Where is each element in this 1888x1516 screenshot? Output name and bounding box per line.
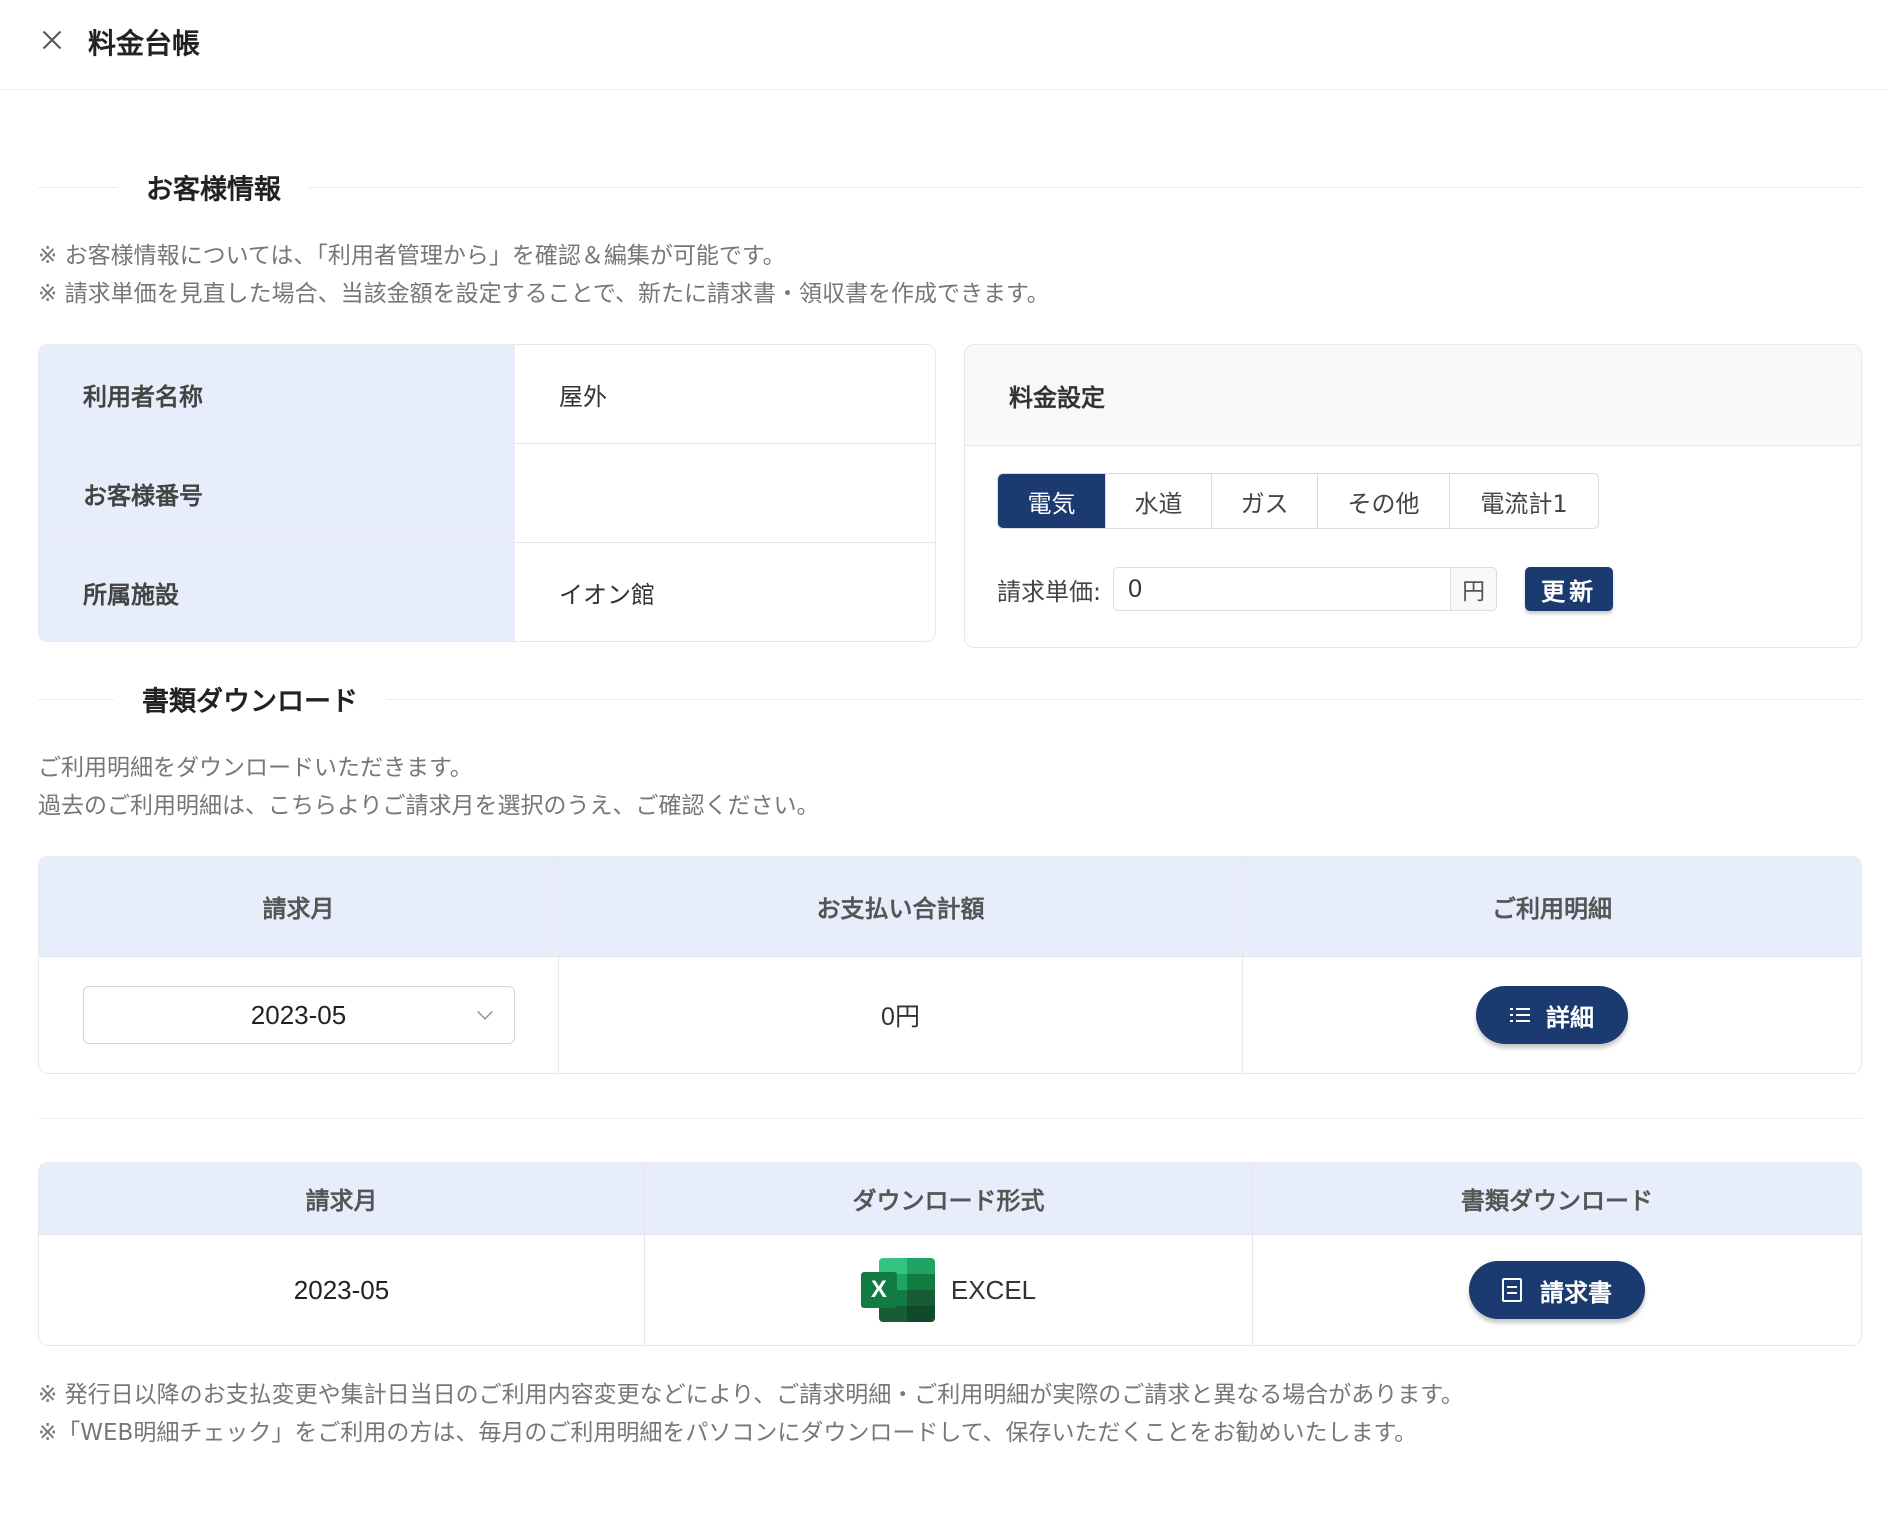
chevron-down-icon (476, 1004, 493, 1020)
page-title: 料金台帳 (88, 27, 201, 60)
download-format: EXCEL (950, 1274, 1037, 1305)
list-icon (1510, 1007, 1530, 1023)
format-cell: X EXCEL (645, 1235, 1253, 1345)
excel-icon: X (860, 1258, 935, 1322)
download-note-1: ご利用明細をダウンロードいただきます。 (38, 755, 473, 781)
info-value: イオン館 (559, 580, 655, 609)
customer-note-2: ※ 請求単価を見直した場合、当該金額を設定することで、新たに請求書・領収書を作成… (38, 281, 1050, 307)
customer-section-heading: お客様情報 (38, 167, 1862, 207)
customer-section-title: お客様情報 (118, 167, 309, 207)
column-header: 請求月 (39, 857, 559, 956)
info-value: 屋外 (559, 382, 607, 411)
utility-tabs: 電気 水道 ガス その他 電流計1 (997, 473, 1599, 529)
download-section-title: 書類ダウンロード (114, 679, 386, 719)
customer-info-table: 利用者名称 屋外 お客様番号 所属施設 イオン館 (38, 344, 936, 642)
column-header: ダウンロード形式 (645, 1163, 1253, 1234)
tab-water[interactable]: 水道 (1106, 474, 1212, 528)
download-month: 2023-05 (39, 1235, 645, 1345)
column-header: 書類ダウンロード (1461, 1187, 1653, 1215)
unit-price-label: 請求単価: (997, 577, 1102, 606)
column-header: お支払い合計額 (559, 857, 1243, 956)
footer-note-1: ※ 発行日以降のお支払変更や集計日当日のご利用内容変更などにより、ご請求明細・ご… (38, 1382, 1464, 1408)
info-row-customer-number: お客様番号 (39, 444, 935, 543)
footer-note-2: ※「WEB明細チェック」をご利用の方は、毎月のご利用明細をパソコンにダウンロード… (38, 1420, 1418, 1446)
info-value (515, 444, 935, 542)
info-label: 利用者名称 (39, 345, 515, 443)
close-icon[interactable] (38, 26, 66, 54)
invoice-cell: 請求書 (1253, 1235, 1861, 1345)
billing-month-select[interactable]: 2023-05 (82, 986, 515, 1044)
detail-cell: 詳細 (1243, 957, 1861, 1073)
unit-price-field: 円 (1113, 567, 1498, 611)
unit-price-input[interactable] (1114, 568, 1451, 610)
fee-settings-title: 料金設定 (965, 345, 1861, 446)
download-note-2: 過去のご利用明細は、こちらよりご請求月を選択のうえ、ご確認ください。 (38, 793, 820, 819)
invoice-button-label: 請求書 (1540, 1278, 1612, 1307)
tab-gas[interactable]: ガス (1212, 474, 1318, 528)
table-row: 2023-05 X EXCEL 請求書 (39, 1235, 1861, 1345)
download-table: 請求月 ダウンロード形式 書類ダウンロード 2023-05 X EXCEL 請求… (38, 1162, 1862, 1346)
document-icon (1502, 1278, 1522, 1302)
detail-button-label: 詳細 (1546, 1003, 1594, 1032)
column-header: 請求月 (39, 1163, 645, 1234)
usage-table-header: 請求月 お支払い合計額 ご利用明細 (39, 857, 1861, 957)
usage-table: 請求月 お支払い合計額 ご利用明細 2023-05 0円 詳細 (38, 856, 1862, 1074)
table-row: 2023-05 0円 詳細 (39, 957, 1861, 1073)
info-row-facility: 所属施設 イオン館 (39, 543, 935, 641)
info-label: 所属施設 (39, 543, 515, 641)
total-amount: 0円 (559, 957, 1243, 1073)
fee-settings-card: 料金設定 電気 水道 ガス その他 電流計1 請求単価: 円 更新 (964, 344, 1862, 648)
unit-price-unit: 円 (1450, 568, 1497, 610)
tab-ammeter-1[interactable]: 電流計1 (1450, 474, 1598, 528)
download-section-heading: 書類ダウンロード (38, 679, 1862, 719)
download-table-header: 請求月 ダウンロード形式 書類ダウンロード (39, 1163, 1861, 1235)
billing-month-value: 2023-05 (250, 999, 347, 1030)
customer-note-1: ※ お客様情報については、「利用者管理から」を確認＆編集が可能です。 (38, 243, 786, 269)
divider (38, 1118, 1862, 1119)
tab-electricity[interactable]: 電気 (998, 474, 1106, 528)
update-button[interactable]: 更新 (1525, 567, 1614, 611)
invoice-download-button[interactable]: 請求書 (1469, 1261, 1645, 1319)
month-cell: 2023-05 (39, 957, 559, 1073)
info-row-user-name: 利用者名称 屋外 (39, 345, 935, 444)
detail-button[interactable]: 詳細 (1476, 986, 1628, 1044)
tab-other[interactable]: その他 (1318, 474, 1450, 528)
info-label: お客様番号 (39, 444, 515, 542)
modal-header: 料金台帳 (0, 0, 1888, 90)
column-header: ご利用明細 (1492, 895, 1612, 923)
unit-price-row: 請求単価: 円 更新 (997, 567, 1614, 611)
